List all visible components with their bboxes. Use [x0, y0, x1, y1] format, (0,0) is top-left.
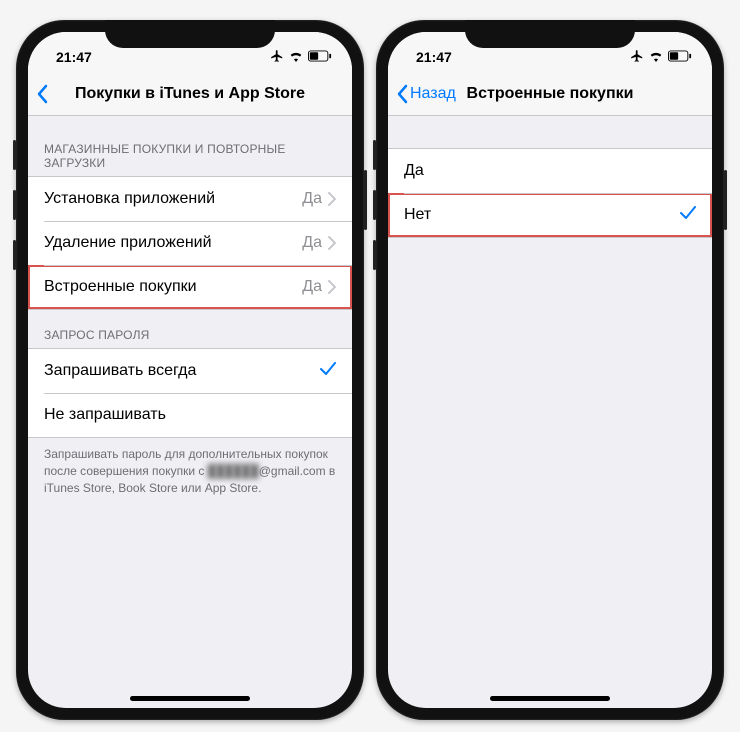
row-always-ask[interactable]: Запрашивать всегда [28, 349, 352, 393]
row-dont-ask[interactable]: Не запрашивать [28, 393, 352, 437]
home-indicator [130, 696, 250, 701]
home-indicator [490, 696, 610, 701]
status-right [270, 49, 332, 66]
wifi-icon [648, 49, 664, 65]
back-button[interactable] [36, 84, 50, 104]
status-time: 21:47 [416, 49, 452, 65]
row-value: Да [302, 190, 322, 208]
section-footer-password: Запрашивать пароль для дополнительных по… [28, 438, 352, 502]
row-option-no[interactable]: Нет [388, 193, 712, 237]
airplane-icon [630, 49, 644, 66]
row-label: Запрашивать всегда [44, 362, 320, 380]
content-left: МАГАЗИННЫЕ ПОКУПКИ И ПОВТОРНЫЕ ЗАГРУЗКИ … [28, 116, 352, 502]
row-in-app-purchases[interactable]: Встроенные покупки Да [28, 265, 352, 309]
chevron-right-icon [328, 236, 336, 250]
section-header-password: ЗАПРОС ПАРОЛЯ [28, 310, 352, 348]
row-label: Да [404, 162, 696, 180]
back-label: Назад [410, 85, 456, 103]
row-option-yes[interactable]: Да [388, 149, 712, 193]
battery-icon [308, 49, 332, 65]
notch [105, 20, 275, 48]
row-value: Да [302, 234, 322, 252]
checkmark-icon [680, 206, 696, 225]
row-install-apps[interactable]: Установка приложений Да [28, 177, 352, 221]
checkmark-icon [320, 362, 336, 381]
chevron-right-icon [328, 280, 336, 294]
notch [465, 20, 635, 48]
row-value: Да [302, 278, 322, 296]
row-label: Нет [404, 206, 680, 224]
content-right: Да Нет [388, 116, 712, 238]
status-right [630, 49, 692, 66]
battery-icon [668, 49, 692, 65]
group-password-request: Запрашивать всегда Не запрашивать [28, 348, 352, 438]
phone-frame-left: 21:47 Покупки в iTunes и App Store [16, 20, 364, 720]
screen-right: 21:47 Назад Встроенные покупки [388, 32, 712, 708]
row-label: Встроенные покупки [44, 278, 302, 296]
screen-left: 21:47 Покупки в iTunes и App Store [28, 32, 352, 708]
nav-bar: Назад Встроенные покупки [388, 72, 712, 116]
page-title: Покупки в iTunes и App Store [28, 85, 352, 103]
nav-bar: Покупки в iTunes и App Store [28, 72, 352, 116]
row-label: Не запрашивать [44, 406, 336, 424]
row-label: Удаление приложений [44, 234, 302, 252]
back-button[interactable]: Назад [396, 84, 456, 104]
airplane-icon [270, 49, 284, 66]
row-delete-apps[interactable]: Удаление приложений Да [28, 221, 352, 265]
section-header-store: МАГАЗИННЫЕ ПОКУПКИ И ПОВТОРНЫЕ ЗАГРУЗКИ [28, 124, 352, 176]
group-inapp-options: Да Нет [388, 148, 712, 238]
phone-frame-right: 21:47 Назад Встроенные покупки [376, 20, 724, 720]
chevron-right-icon [328, 192, 336, 206]
wifi-icon [288, 49, 304, 65]
group-store-purchases: Установка приложений Да Удаление приложе… [28, 176, 352, 310]
status-time: 21:47 [56, 49, 92, 65]
row-label: Установка приложений [44, 190, 302, 208]
